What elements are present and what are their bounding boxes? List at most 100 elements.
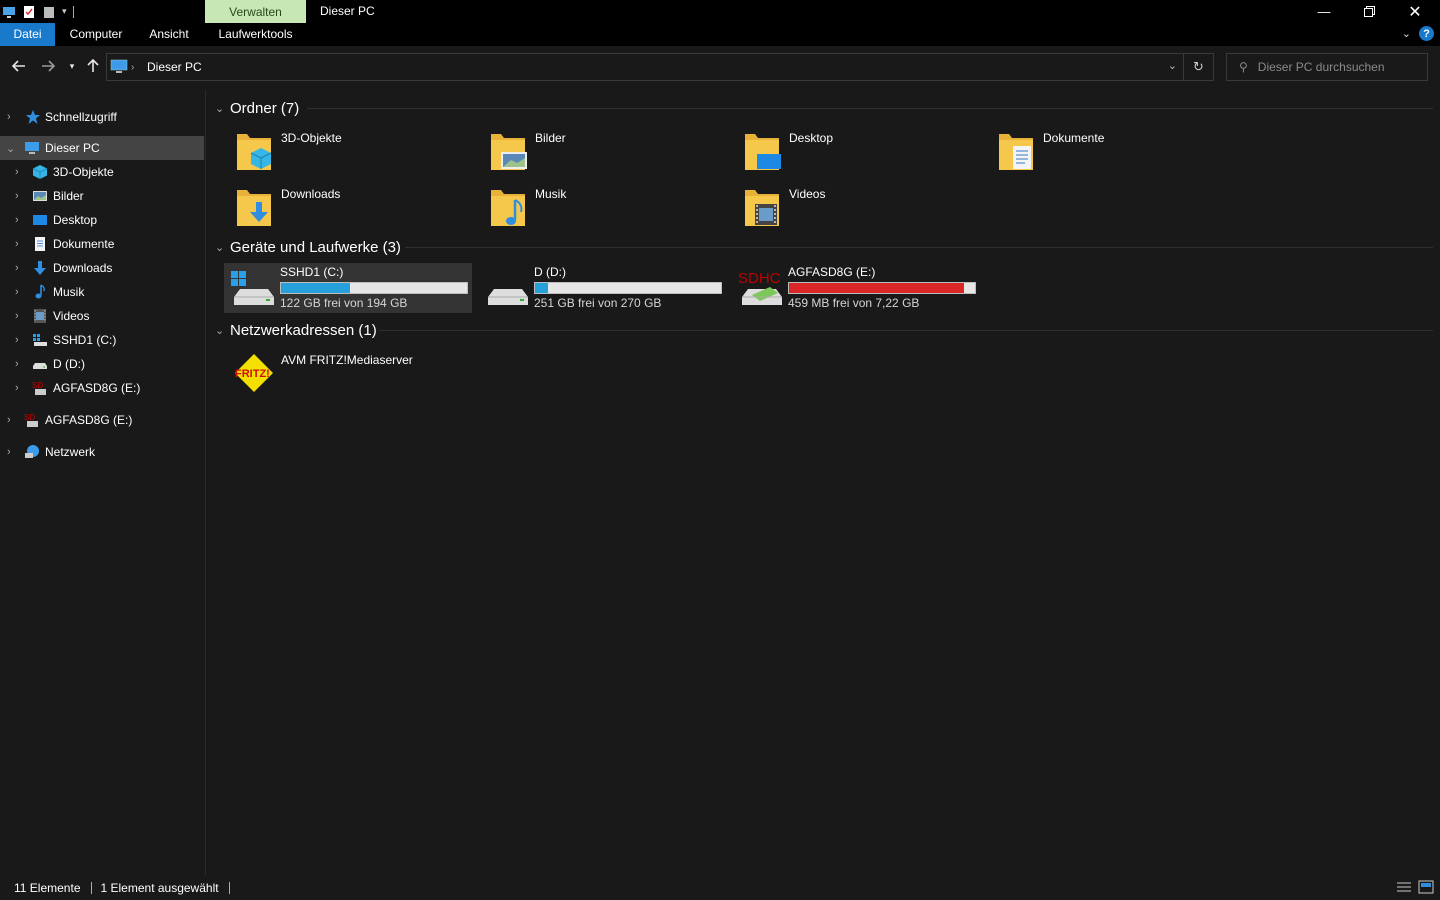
folder-label: Musik — [535, 187, 567, 201]
sd-card-icon: SD — [24, 413, 38, 427]
chevron-right-icon[interactable]: › — [15, 358, 19, 370]
refresh-button[interactable]: ↻ — [1183, 54, 1213, 80]
chevron-right-icon[interactable]: › — [15, 214, 19, 226]
chevron-down-icon[interactable]: ⌄ — [215, 324, 224, 337]
breadcrumb-this-pc[interactable]: Dieser PC — [147, 60, 202, 74]
sidebar-item-3d-objects[interactable]: › 3D-Objekte — [0, 160, 206, 184]
folder-tile[interactable]: Desktop — [733, 126, 981, 176]
chevron-right-icon[interactable]: › — [15, 262, 19, 274]
sidebar-item-this-pc[interactable]: ⌄ Dieser PC — [0, 136, 204, 160]
search-box[interactable]: ⚲ — [1226, 53, 1428, 81]
sidebar-item-drive-d[interactable]: › D (D:) — [0, 352, 206, 376]
chevron-right-icon[interactable]: › — [15, 166, 19, 178]
fritz-logo-text: FRITZ! — [235, 368, 270, 380]
chevron-down-icon[interactable]: ⌄ — [215, 102, 224, 115]
forward-button[interactable] — [38, 56, 58, 76]
sidebar-item-network[interactable]: › Netzwerk — [0, 440, 206, 464]
network-location-tile[interactable]: FRITZ! AVM FRITZ!Mediaserver — [225, 348, 473, 398]
search-icon: ⚲ — [1239, 60, 1248, 74]
drive-usage-fill — [281, 283, 350, 293]
drive-icon — [488, 289, 528, 305]
sidebar-item-label: 3D-Objekte — [53, 165, 114, 179]
chevron-right-icon[interactable]: › — [15, 238, 19, 250]
recent-locations-button[interactable]: ▾ — [62, 56, 82, 76]
sidebar-item-desktop[interactable]: › Desktop — [0, 208, 206, 232]
drive-tile-d[interactable]: D (D:) 251 GB frei von 270 GB — [478, 263, 726, 313]
folder-tile[interactable]: Bilder — [479, 126, 727, 176]
sidebar-item-label: Netzwerk — [45, 445, 96, 459]
chevron-right-icon[interactable]: › — [15, 286, 19, 298]
chevron-right-icon[interactable]: › — [15, 190, 19, 202]
help-button[interactable]: ? — [1419, 26, 1434, 41]
expand-ribbon-icon[interactable]: ⌄ — [1402, 27, 1411, 40]
tab-file[interactable]: Datei — [0, 23, 55, 46]
folder-tile[interactable]: Videos — [733, 182, 981, 232]
group-divider — [405, 247, 1433, 248]
chevron-right-icon[interactable]: › — [15, 334, 19, 346]
sidebar-item-music[interactable]: › Musik — [0, 280, 206, 304]
downloads-folder-icon — [237, 190, 271, 226]
customize-qat-icon[interactable]: ▾ — [62, 6, 67, 17]
tab-manage-label: Verwalten — [229, 4, 282, 19]
status-separator — [228, 881, 230, 894]
address-dropdown-icon[interactable]: ⌄ — [1168, 59, 1177, 72]
sidebar-item-drive-e[interactable]: › SD AGFASD8G (E:) — [0, 376, 206, 400]
folder-tile[interactable]: Downloads — [225, 182, 473, 232]
close-button[interactable]: ✕ — [1392, 0, 1438, 23]
drive-name: AGFASD8G (E:) — [788, 265, 876, 279]
sidebar-item-label: Schnellzugriff — [45, 110, 117, 124]
3d-objects-icon — [32, 165, 48, 179]
drive-tile-c[interactable]: SSHD1 (C:) 122 GB frei von 194 GB — [224, 263, 472, 313]
sidebar-item-removable-e[interactable]: › SD AGFASD8G (E:) — [0, 408, 206, 432]
sidebar-item-label: AGFASD8G (E:) — [53, 381, 141, 395]
new-folder-icon[interactable] — [42, 5, 56, 19]
chevron-right-icon[interactable]: › — [15, 310, 19, 322]
folder-label: Bilder — [535, 131, 566, 145]
sidebar-item-pictures[interactable]: › Bilder — [0, 184, 206, 208]
tab-manage[interactable]: Verwalten — [205, 0, 306, 23]
chevron-right-icon[interactable]: › — [7, 414, 11, 426]
breadcrumb-separator-icon[interactable]: › — [131, 62, 134, 73]
details-view-icon[interactable] — [1396, 880, 1412, 894]
pc-icon[interactable] — [2, 5, 16, 19]
sidebar-item-quick-access[interactable]: › Schnellzugriff — [0, 105, 206, 129]
sd-card-icon: SD — [32, 381, 46, 395]
large-icons-view-icon[interactable] — [1418, 880, 1434, 894]
sidebar-item-label: SSHD1 (C:) — [53, 333, 117, 347]
chevron-down-icon[interactable]: ⌄ — [6, 142, 15, 155]
svg-text:SD: SD — [32, 381, 43, 390]
folder-tile[interactable]: 3D-Objekte — [225, 126, 473, 176]
properties-icon[interactable] — [22, 5, 36, 19]
folder-tile[interactable]: Dokumente — [987, 126, 1235, 176]
drive-icon — [33, 363, 47, 369]
search-input[interactable] — [1257, 60, 1418, 74]
chevron-down-icon[interactable]: ⌄ — [215, 241, 224, 254]
pc-icon — [110, 59, 128, 73]
sidebar-item-videos[interactable]: › Videos — [0, 304, 206, 328]
sidebar-item-label: D (D:) — [53, 357, 85, 371]
sidebar-item-drive-c[interactable]: › SSHD1 (C:) — [0, 328, 206, 352]
tab-view[interactable]: Ansicht — [140, 23, 198, 46]
group-header-folders[interactable]: ⌄ Ordner (7) — [215, 98, 299, 118]
sidebar-item-label: AGFASD8G (E:) — [45, 413, 133, 427]
group-header-devices[interactable]: ⌄ Geräte und Laufwerke (3) — [215, 237, 401, 257]
group-title: Ordner (7) — [230, 99, 300, 117]
sidebar-item-label: Downloads — [53, 261, 113, 275]
chevron-right-icon[interactable]: › — [15, 382, 19, 394]
restore-button[interactable] — [1346, 0, 1392, 23]
address-bar[interactable]: › Dieser PC ⌄ ↻ — [106, 53, 1214, 81]
folder-tile[interactable]: Musik — [479, 182, 727, 232]
chevron-right-icon[interactable]: › — [7, 446, 11, 458]
sidebar-item-documents[interactable]: › Dokumente — [0, 232, 206, 256]
tab-drive-tools[interactable]: Laufwerktools — [206, 23, 305, 46]
up-button[interactable] — [83, 56, 103, 76]
tab-computer[interactable]: Computer — [60, 23, 132, 46]
drive-usage-fill — [535, 283, 549, 293]
chevron-right-icon[interactable]: › — [7, 111, 11, 123]
drive-tile-e[interactable]: SDHC AGFASD8G (E:) 459 MB frei von 7,22 … — [732, 263, 980, 313]
back-button[interactable] — [9, 56, 29, 76]
sidebar-item-downloads[interactable]: › Downloads — [0, 256, 206, 280]
group-header-network[interactable]: ⌄ Netzwerkadressen (1) — [215, 320, 377, 340]
desktop-icon — [33, 215, 47, 225]
minimize-button[interactable]: — — [1301, 0, 1347, 23]
